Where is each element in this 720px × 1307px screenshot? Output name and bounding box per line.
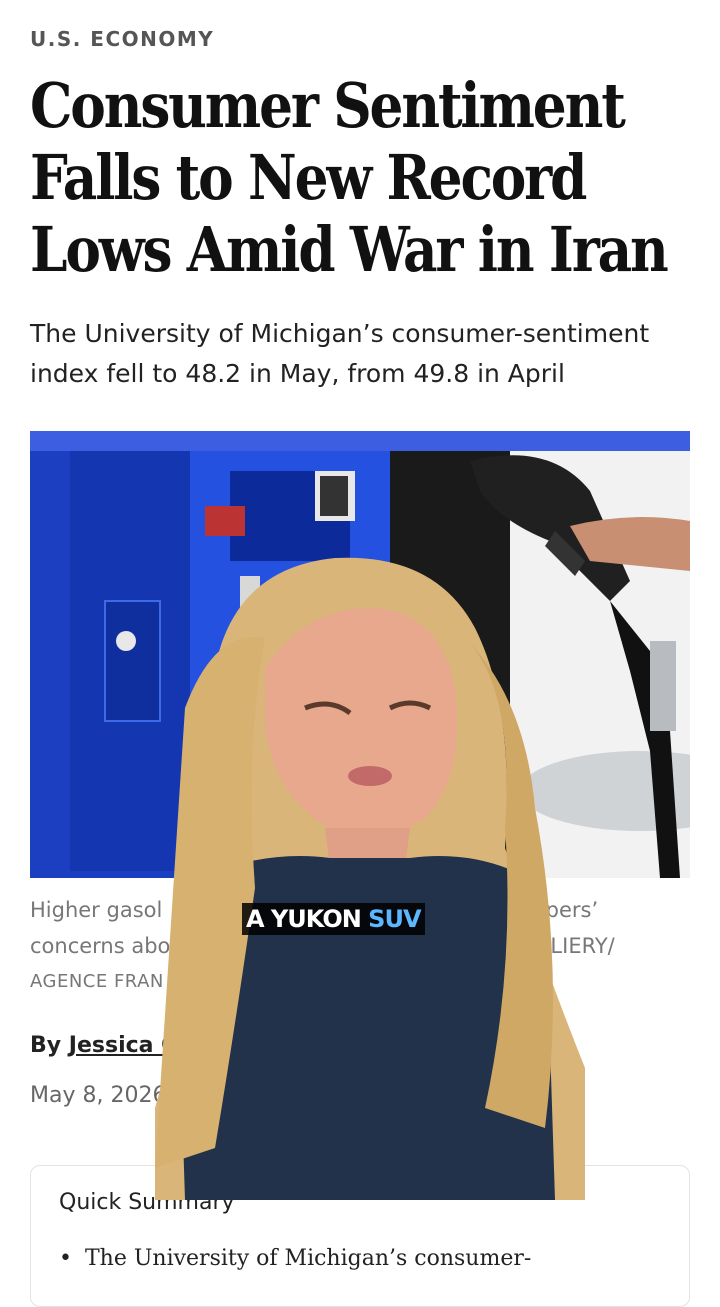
subtitle-accent: SUV [368, 905, 421, 933]
byline-prefix: By [30, 1033, 69, 1058]
dek: The University of Michigan’s consumer-se… [30, 319, 650, 388]
publish-date: May 8, 2026 [30, 1083, 167, 1108]
caption-line2-start: concerns abo [30, 934, 171, 958]
summary-bullet: • The University of Michigan’s consumer- [59, 1246, 659, 1271]
headline: Consumer Sentiment Falls to New Record L… [30, 69, 669, 286]
bullet-icon: • [59, 1246, 72, 1271]
caption-line1-start: Higher gasol [30, 898, 163, 922]
summary-bullet-text: The University of Michigan’s consumer- [85, 1246, 532, 1271]
video-subtitle: A YUKON SUV [242, 903, 425, 935]
subtitle-white: A YUKON [246, 905, 362, 933]
presenter-video-overlay [155, 557, 585, 1200]
section-label[interactable]: U.S. ECONOMY [30, 27, 214, 51]
